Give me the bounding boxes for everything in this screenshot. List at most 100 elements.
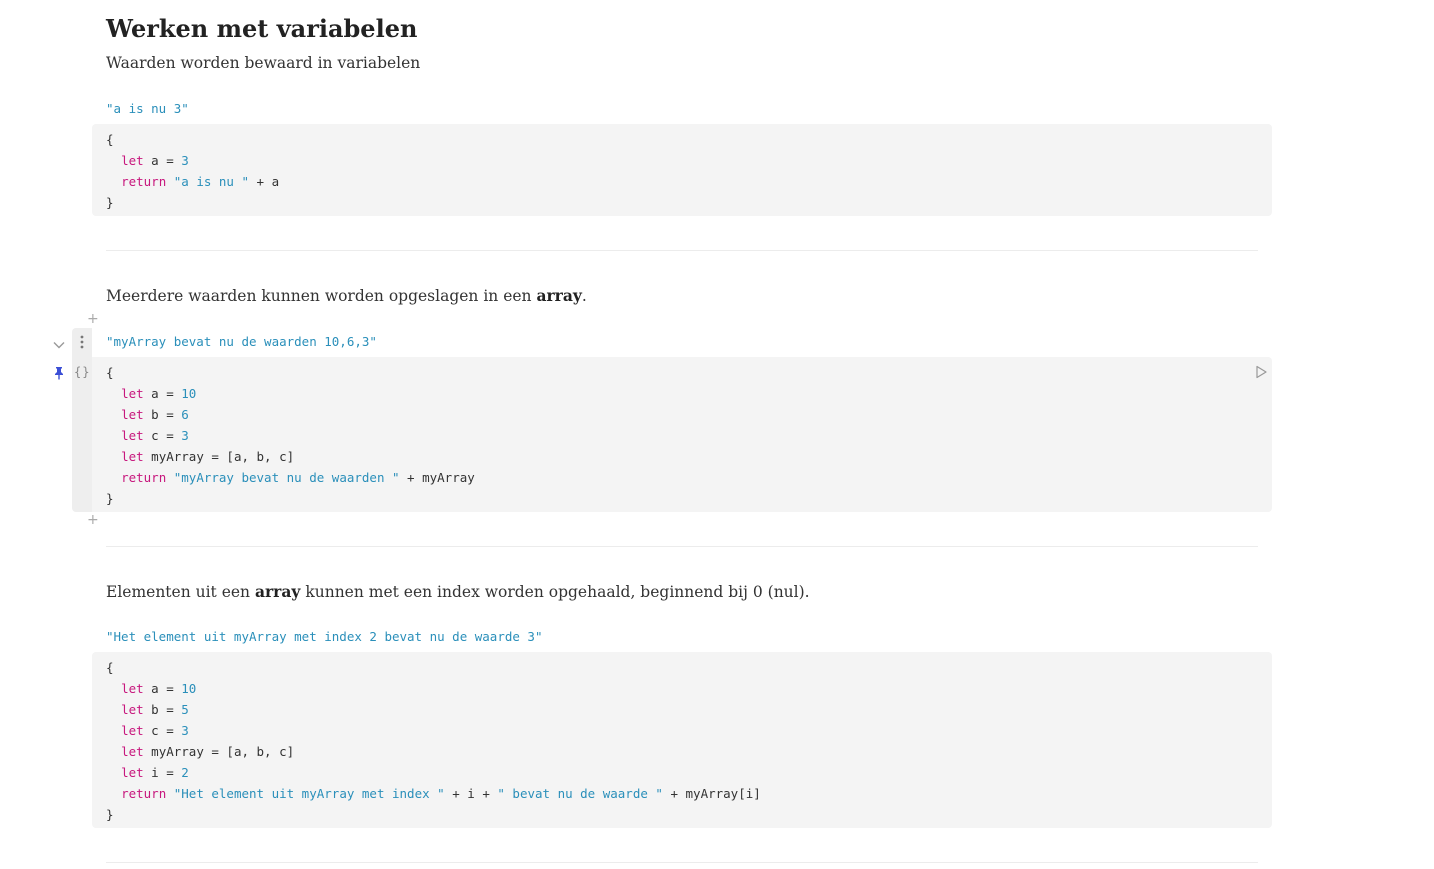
section-title: Werken met variabelen xyxy=(106,14,418,43)
code-literal: "a is nu " xyxy=(173,174,250,189)
array-intro-bold: array xyxy=(536,286,582,305)
code-text: c = xyxy=(143,428,182,443)
code-keyword: let xyxy=(121,449,144,464)
code-text: } xyxy=(106,807,114,822)
array-intro-after: . xyxy=(581,287,587,305)
code-braces-icon[interactable]: {} xyxy=(74,365,90,379)
code-line: { xyxy=(106,657,1272,678)
index-intro-text: Elementen uit een array kunnen met een i… xyxy=(106,582,810,601)
code-literal: 5 xyxy=(181,702,189,717)
code-text: } xyxy=(106,195,114,210)
code-keyword: let xyxy=(121,702,144,717)
code-keyword: let xyxy=(121,428,144,443)
cell-divider xyxy=(106,250,1258,251)
play-outline-icon[interactable] xyxy=(1254,364,1268,379)
code-line: return "a is nu " + a xyxy=(106,171,1272,192)
code-literal: " bevat nu de waarde " xyxy=(497,786,663,801)
code-line: let a = 10 xyxy=(106,383,1272,404)
code-literal: 2 xyxy=(181,765,189,780)
code-literal: 10 xyxy=(181,386,197,401)
code-line: return "myArray bevat nu de waarden " + … xyxy=(106,467,1272,488)
code-literal: "Het element uit myArray met index " xyxy=(173,786,445,801)
cell-3-code[interactable]: { let a = 10 let b = 5 let c = 3 let myA… xyxy=(92,652,1272,828)
code-keyword: let xyxy=(121,153,144,168)
code-line: let myArray = [a, b, c] xyxy=(106,741,1272,762)
code-keyword: let xyxy=(121,744,144,759)
cell-divider xyxy=(106,862,1258,863)
code-keyword: let xyxy=(121,765,144,780)
pin-icon[interactable] xyxy=(53,365,65,380)
code-keyword: return xyxy=(121,470,167,485)
code-text: + i + xyxy=(444,786,498,801)
code-line: } xyxy=(106,804,1272,825)
notebook-page: Werken met variabelen Waarden worden bew… xyxy=(0,0,1434,869)
intro-text: Waarden worden bewaard in variabelen xyxy=(106,54,421,72)
code-literal: "myArray bevat nu de waarden " xyxy=(173,470,400,485)
vertical-dots-icon[interactable] xyxy=(76,334,88,350)
code-keyword: let xyxy=(121,407,144,422)
code-line: { xyxy=(106,362,1272,383)
code-line: let a = 3 xyxy=(106,150,1272,171)
code-literal: 3 xyxy=(181,428,189,443)
cell-gutter xyxy=(72,328,92,512)
code-text: a = xyxy=(143,153,182,168)
cell-1-output[interactable]: "a is nu 3" xyxy=(106,101,189,116)
code-literal: 6 xyxy=(181,407,189,422)
code-text: { xyxy=(106,660,114,675)
code-text: { xyxy=(106,365,114,380)
code-keyword: let xyxy=(121,723,144,738)
cell-3-output[interactable]: "Het element uit myArray met index 2 bev… xyxy=(106,629,543,644)
cell-2-code[interactable]: { let a = 10 let b = 6 let c = 3 let myA… xyxy=(92,357,1272,512)
code-line: let myArray = [a, b, c] xyxy=(106,446,1272,467)
index-intro-bold: array xyxy=(254,582,301,601)
code-line: let c = 3 xyxy=(106,425,1272,446)
cell-1-code[interactable]: { let a = 3 return "a is nu " + a} xyxy=(92,124,1272,216)
code-line: let a = 10 xyxy=(106,678,1272,699)
chevron-down-icon[interactable] xyxy=(52,337,66,351)
code-line: let c = 3 xyxy=(106,720,1272,741)
add-cell-below-button[interactable]: + xyxy=(87,513,99,527)
array-intro-before: Meerdere waarden kunnen worden opgeslage… xyxy=(106,287,537,305)
code-literal: 3 xyxy=(181,153,189,168)
code-text: a = xyxy=(143,386,182,401)
code-literal: 3 xyxy=(181,723,189,738)
code-line: return "Het element uit myArray met inde… xyxy=(106,783,1272,804)
code-text: a = xyxy=(143,681,182,696)
code-line: let i = 2 xyxy=(106,762,1272,783)
cell-2-output[interactable]: "myArray bevat nu de waarden 10,6,3" xyxy=(106,334,377,349)
code-text: myArray = [a, b, c] xyxy=(143,449,295,464)
index-intro-before: Elementen uit een xyxy=(106,583,255,601)
code-text: + a xyxy=(249,174,280,189)
code-line: let b = 6 xyxy=(106,404,1272,425)
code-line: { xyxy=(106,129,1272,150)
code-line: } xyxy=(106,488,1272,509)
code-text: { xyxy=(106,132,114,147)
cell-divider xyxy=(106,546,1258,547)
code-text: b = xyxy=(143,702,182,717)
code-line: } xyxy=(106,192,1272,213)
code-literal: 10 xyxy=(181,681,197,696)
code-text: c = xyxy=(143,723,182,738)
code-line: let b = 5 xyxy=(106,699,1272,720)
code-keyword: let xyxy=(121,681,144,696)
code-text: + myArray xyxy=(399,470,475,485)
array-intro-text: Meerdere waarden kunnen worden opgeslage… xyxy=(106,286,587,305)
code-keyword: return xyxy=(121,786,167,801)
add-cell-above-button[interactable]: + xyxy=(87,312,99,326)
